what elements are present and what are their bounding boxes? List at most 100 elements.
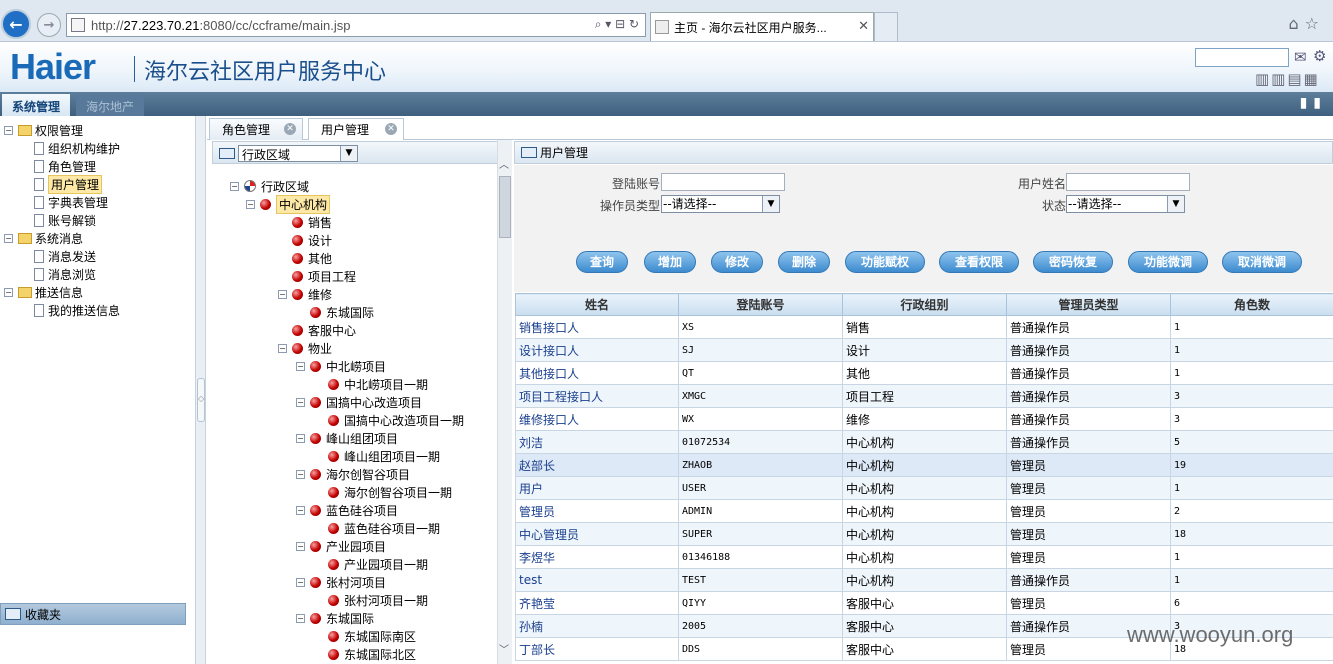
browser-tab[interactable]: 主页 - 海尔云社区用户服务... ✕ <box>650 12 874 41</box>
favorites-bar[interactable]: 收藏夹 <box>0 603 186 625</box>
table-row[interactable]: 销售接口人 XS 销售 普通操作员 1 <box>515 315 1333 339</box>
tree-node[interactable]: − 峰山组团项目 <box>296 430 398 446</box>
table-row[interactable]: 项目工程接口人 XMGC 项目工程 普通操作员 3 <box>515 384 1333 408</box>
tree-node[interactable]: − 中心机构 <box>246 194 331 214</box>
table-row[interactable]: 齐艳莹 QIYY 客服中心 管理员 6 <box>515 591 1333 615</box>
cancel-fine-tune-button[interactable]: 取消微调 <box>1222 251 1302 273</box>
sidebar-item[interactable]: 角色管理 <box>34 158 96 174</box>
table-row[interactable]: 赵部长 ZHAOB 中心机构 管理员 19 <box>515 453 1333 477</box>
module-tab-system[interactable]: 系统管理 <box>2 94 71 116</box>
new-tab-button[interactable] <box>874 12 898 41</box>
sidebar-item[interactable]: − 推送信息 <box>4 284 83 300</box>
collapse-icon[interactable]: − <box>296 577 305 587</box>
table-row[interactable]: 其他接口人 QT 其他 普通操作员 1 <box>515 361 1333 385</box>
table-row[interactable]: 管理员 ADMIN 中心机构 管理员 2 <box>515 499 1333 523</box>
collapse-icon[interactable]: − <box>4 287 13 297</box>
address-tools-icon[interactable]: ⌕ ▾ ⊟ ↻ <box>595 17 639 32</box>
fine-tune-button[interactable]: 功能微调 <box>1128 251 1208 273</box>
tree-node[interactable]: − 东城国际 <box>296 610 374 626</box>
edit-button[interactable]: 修改 <box>711 251 763 273</box>
sidebar-item[interactable]: 账号解锁 <box>34 212 96 228</box>
tree-node[interactable]: 海尔创智谷项目一期 <box>328 484 452 500</box>
column-header-group[interactable]: 行政组别 <box>842 293 1007 316</box>
tree-node[interactable]: 销售 <box>292 214 332 230</box>
chevron-down-icon[interactable]: ▼ <box>762 196 779 212</box>
table-row[interactable]: 中心管理员 SUPER 中心机构 管理员 18 <box>515 522 1333 546</box>
tree-node[interactable]: − 海尔创智谷项目 <box>296 466 410 482</box>
back-button[interactable]: ← <box>1 9 31 39</box>
password-reset-button[interactable]: 密码恢复 <box>1033 251 1113 273</box>
view-permission-button[interactable]: 查看权限 <box>939 251 1019 273</box>
query-button[interactable]: 查询 <box>576 251 628 273</box>
tree-node[interactable]: − 国搞中心改造项目 <box>296 394 422 410</box>
collapse-icon[interactable]: − <box>296 361 305 371</box>
table-row[interactable]: 用户 USER 中心机构 管理员 1 <box>515 476 1333 500</box>
tree-node[interactable]: 东城国际北区 <box>328 646 416 662</box>
menubar-icons[interactable]: ▮▮ <box>1300 95 1327 111</box>
tab-role-management[interactable]: 角色管理 ✕ <box>209 118 303 140</box>
mail-icon[interactable]: ✉ <box>1294 48 1307 66</box>
table-row[interactable]: test TEST 中心机构 普通操作员 1 <box>515 568 1333 592</box>
username-input[interactable] <box>1066 173 1190 191</box>
header-search-input[interactable] <box>1195 48 1289 67</box>
tab-user-management[interactable]: 用户管理 ✕ <box>308 118 404 140</box>
sidebar-item[interactable]: 用户管理 <box>34 174 103 194</box>
close-icon[interactable]: ✕ <box>284 123 296 135</box>
tree-node[interactable]: 项目工程 <box>292 268 356 284</box>
add-button[interactable]: 增加 <box>644 251 696 273</box>
table-row[interactable]: 刘洁 01072534 中心机构 普通操作员 5 <box>515 430 1333 454</box>
tree-node[interactable]: 国搞中心改造项目一期 <box>328 412 464 428</box>
collapse-icon[interactable]: − <box>278 343 287 353</box>
collapse-icon[interactable]: − <box>296 433 305 443</box>
collapse-icon[interactable]: − <box>230 181 239 191</box>
table-row[interactable]: 李煜华 01346188 中心机构 管理员 1 <box>515 545 1333 569</box>
column-header-name[interactable]: 姓名 <box>515 293 679 316</box>
sidebar-item[interactable]: 我的推送信息 <box>34 302 120 318</box>
chevron-down-icon[interactable]: ▼ <box>340 146 357 161</box>
tree-node[interactable]: 张村河项目一期 <box>328 592 428 608</box>
tree-node[interactable]: 中北崂项目一期 <box>328 376 428 392</box>
tree-node[interactable]: − 行政区域 <box>230 178 309 194</box>
collapse-icon[interactable]: − <box>296 397 305 407</box>
collapse-icon[interactable]: − <box>246 199 255 209</box>
sidebar-item[interactable]: − 系统消息 <box>4 230 83 246</box>
collapse-icon[interactable]: − <box>296 469 305 479</box>
tree-node[interactable]: − 蓝色硅谷项目 <box>296 502 398 518</box>
collapse-icon[interactable]: − <box>4 233 13 243</box>
tree-node[interactable]: 蓝色硅谷项目一期 <box>328 520 440 536</box>
chevron-down-icon[interactable]: ▼ <box>1167 196 1184 212</box>
tree-node[interactable]: − 中北崂项目 <box>296 358 386 374</box>
status-select[interactable]: --请选择-- ▼ <box>1066 195 1185 213</box>
region-scrollbar[interactable]: ︿ ﹀ <box>497 140 512 664</box>
tree-node[interactable]: 峰山组团项目一期 <box>328 448 440 464</box>
splitter[interactable]: ◇ <box>196 116 206 664</box>
table-row[interactable]: 维修接口人 WX 维修 普通操作员 3 <box>515 407 1333 431</box>
tree-node[interactable]: − 维修 <box>278 286 332 302</box>
sidebar-item[interactable]: 组织机构维护 <box>34 140 120 156</box>
column-header-role-count[interactable]: 角色数 <box>1170 293 1333 316</box>
grant-function-button[interactable]: 功能赋权 <box>845 251 925 273</box>
sidebar-item[interactable]: 消息发送 <box>34 248 96 264</box>
tree-node[interactable]: 客服中心 <box>292 322 356 338</box>
browser-tools-icons[interactable]: ⌂☆ <box>1289 14 1326 33</box>
collapse-icon[interactable]: − <box>278 289 287 299</box>
close-icon[interactable]: ✕ <box>385 123 397 135</box>
collapse-icon[interactable]: − <box>296 613 305 623</box>
close-tab-icon[interactable]: ✕ <box>858 19 869 34</box>
forward-button[interactable]: → <box>37 13 61 37</box>
optype-select[interactable]: --请选择-- ▼ <box>661 195 780 213</box>
column-header-login[interactable]: 登陆账号 <box>678 293 843 316</box>
tree-node[interactable]: 设计 <box>292 232 332 248</box>
scroll-up-icon[interactable]: ︿ <box>499 156 509 171</box>
collapse-icon[interactable]: − <box>296 541 305 551</box>
module-tab-realestate[interactable]: 海尔地产 <box>76 94 145 116</box>
tree-node[interactable]: 东城国际 <box>310 304 374 320</box>
splitter-grip-icon[interactable]: ◇ <box>197 378 205 422</box>
sidebar-item[interactable]: 消息浏览 <box>34 266 96 282</box>
table-row[interactable]: 设计接口人 SJ 设计 普通操作员 1 <box>515 338 1333 362</box>
layout-icons[interactable]: ▥▥▤▦ <box>1255 70 1320 88</box>
tree-node[interactable]: 产业园项目一期 <box>328 556 428 572</box>
address-bar[interactable]: http://27.223.70.21:8080/cc/ccframe/main… <box>66 13 646 37</box>
sidebar-item[interactable]: 字典表管理 <box>34 194 108 210</box>
collapse-icon[interactable]: − <box>296 505 305 515</box>
